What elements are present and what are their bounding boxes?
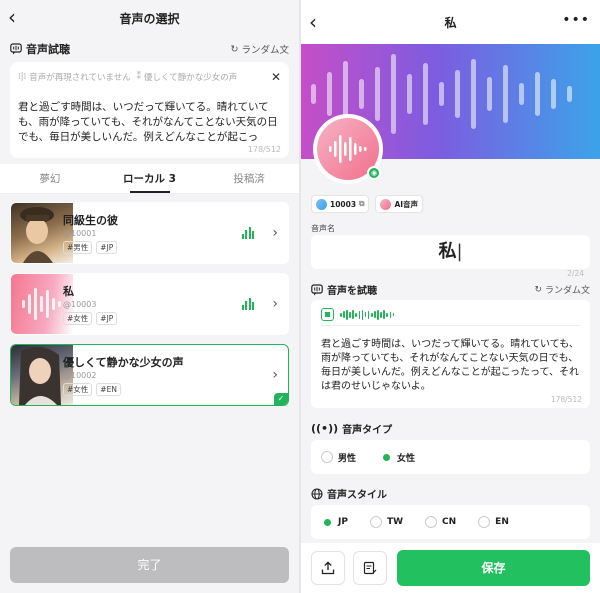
ai-voice-chip[interactable]: AI音声 bbox=[375, 195, 424, 213]
trial-card: ⁞|⁞ 音声が再現されていません ⁑ 優しくて静かな少女の声 ✕ 君と過ごす時間… bbox=[10, 62, 289, 158]
tag: #JP bbox=[96, 241, 118, 254]
trial-label: 音声試聴 bbox=[26, 43, 70, 56]
voice-item[interactable]: 優しくて静かな少女の声 @10002 #女性 #EN › ✓ bbox=[10, 344, 289, 406]
back-icon[interactable]: ‹ bbox=[309, 10, 317, 34]
name-char-count: 2/24 bbox=[567, 269, 584, 278]
voice-name: 同級生の彼 bbox=[63, 214, 118, 227]
random-text-button[interactable]: ↻ ランダム文 bbox=[230, 42, 289, 57]
voice-item[interactable]: 私 @10003 #女性 #JP › bbox=[10, 273, 289, 335]
voice-name-input[interactable]: 私| 2/24 bbox=[311, 235, 590, 278]
globe-icon bbox=[311, 487, 323, 500]
copy-icon: ⧉ bbox=[359, 199, 365, 208]
more-horizontal-icon[interactable]: ••• bbox=[562, 12, 590, 28]
tab-mugen[interactable]: 夢幻 bbox=[0, 164, 100, 193]
radio-en[interactable]: EN bbox=[478, 516, 509, 528]
trial-status: ⁞|⁞ 音声が再現されていません bbox=[18, 72, 131, 83]
trial-text[interactable]: 君と過ごす時間は、いつだって輝いてる。晴れていても、雨が降っていても、それがなん… bbox=[18, 100, 281, 145]
voice-name: 私 bbox=[63, 285, 74, 298]
trial-section-header: 音声試聴 ↻ ランダム文 bbox=[0, 36, 299, 62]
voice-id: @10002 bbox=[63, 371, 97, 380]
edit-text-button[interactable] bbox=[353, 551, 387, 585]
speech-icon bbox=[10, 43, 22, 55]
save-button[interactable]: 保存 bbox=[397, 550, 590, 586]
id-icon bbox=[316, 198, 327, 210]
radio-male[interactable]: 男性 bbox=[321, 451, 356, 464]
voice-type-options: 男性 女性 bbox=[311, 440, 590, 474]
check-icon: ✓ bbox=[274, 393, 288, 405]
selected-voice-pill: ⁑ 優しくて静かな少女の声 bbox=[136, 72, 238, 83]
refresh-icon: ↻ bbox=[230, 43, 239, 55]
tag: #男性 bbox=[63, 241, 93, 254]
tag: #女性 bbox=[63, 383, 93, 396]
page-title: 音声の選択 bbox=[119, 11, 180, 26]
trial-section-header: 音声を試聴 ↻ ランダム文 bbox=[311, 282, 590, 297]
page-title: 私 bbox=[444, 15, 457, 30]
tab-local[interactable]: ローカル 3 bbox=[100, 164, 200, 193]
bottom-action-bar: 保存 bbox=[301, 543, 600, 593]
chevron-right-icon[interactable]: › bbox=[272, 225, 278, 241]
upload-icon bbox=[321, 561, 335, 575]
refresh-icon: ↻ bbox=[534, 284, 542, 295]
voice-icon: ⁑ bbox=[136, 72, 142, 82]
tag: #JP bbox=[96, 312, 118, 325]
voice-edit-panel: ‹ 私 ••• ◉ 10003 ⧉ AI音声 音声名 私| 2/24 音声を試聴… bbox=[301, 0, 600, 593]
char-count: 178/512 bbox=[247, 145, 281, 154]
voice-id-chip[interactable]: 10003 ⧉ bbox=[311, 195, 370, 213]
playing-bars-icon bbox=[241, 298, 255, 310]
radio-female[interactable]: 女性 bbox=[380, 451, 415, 464]
top-bar: ‹ 音声の選択 bbox=[0, 0, 299, 36]
document-edit-icon bbox=[363, 561, 377, 575]
stop-button[interactable] bbox=[321, 308, 334, 321]
char-count: 178/512 bbox=[550, 395, 582, 404]
radio-tw[interactable]: TW bbox=[369, 516, 403, 528]
close-icon[interactable]: ✕ bbox=[271, 70, 281, 84]
voice-list: 同級生の彼 @10001 #男性 #JP › 私 @10003 #女性 #JP … bbox=[0, 194, 299, 406]
radio-jp[interactable]: JP bbox=[321, 516, 348, 528]
tag: #女性 bbox=[63, 312, 93, 325]
tab-bar: 夢幻 ローカル 3 投稿済 bbox=[0, 164, 299, 194]
camera-icon[interactable]: ◉ bbox=[367, 166, 381, 180]
voice-id: @10001 bbox=[63, 229, 97, 238]
style-section-header: 音声スタイル bbox=[311, 486, 590, 501]
voice-select-panel: ‹ 音声の選択 音声試聴 ↻ ランダム文 ⁞|⁞ 音声が再現されていません ⁑ bbox=[0, 0, 299, 593]
waveform-icon: ⁞|⁞ bbox=[18, 72, 27, 82]
chevron-right-icon[interactable]: › bbox=[272, 296, 278, 312]
top-bar: ‹ 私 ••• bbox=[301, 0, 600, 44]
name-label: 音声名 bbox=[311, 224, 335, 233]
random-text-button[interactable]: ↻ ランダム文 bbox=[534, 283, 590, 297]
tab-posted[interactable]: 投稿済 bbox=[199, 164, 299, 193]
broadcast-icon: ((•)) bbox=[311, 422, 339, 435]
done-button[interactable]: 完了 bbox=[10, 547, 289, 583]
voice-item[interactable]: 同級生の彼 @10001 #男性 #JP › bbox=[10, 202, 289, 264]
playing-bars-icon bbox=[241, 227, 255, 239]
voice-style-options: JP TW CN EN bbox=[311, 505, 590, 539]
trial-text[interactable]: 君と過ごす時間は、いつだって輝いてる。晴れていても、雨が降っていても、それがなん… bbox=[321, 338, 580, 394]
waveform-icon bbox=[340, 309, 395, 320]
radio-cn[interactable]: CN bbox=[425, 516, 456, 528]
speech-icon bbox=[311, 283, 323, 295]
trial-card: 君と過ごす時間は、いつだって輝いてる。晴れていても、雨が降っていても、それがなん… bbox=[311, 300, 590, 408]
ai-voice-icon bbox=[380, 198, 392, 210]
share-button[interactable] bbox=[311, 551, 345, 585]
avatar[interactable]: ◉ bbox=[313, 114, 383, 184]
chevron-right-icon[interactable]: › bbox=[272, 367, 278, 383]
voice-name: 優しくて静かな少女の声 bbox=[63, 356, 184, 369]
voice-id: @10003 bbox=[63, 300, 97, 309]
tag: #EN bbox=[96, 383, 121, 396]
type-section-header: ((•)) 音声タイプ bbox=[311, 422, 393, 436]
back-icon[interactable]: ‹ bbox=[8, 6, 16, 28]
